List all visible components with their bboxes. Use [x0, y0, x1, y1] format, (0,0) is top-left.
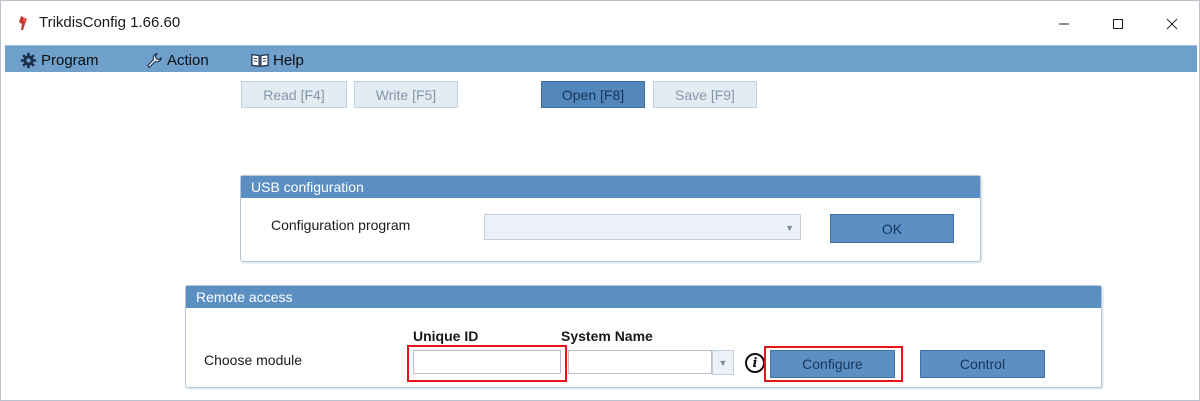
maximize-icon	[1113, 19, 1123, 29]
control-button[interactable]: Control	[920, 350, 1045, 378]
book-icon	[251, 51, 269, 69]
menu-help[interactable]: Help	[251, 50, 304, 70]
window-title: TrikdisConfig 1.66.60	[39, 14, 181, 31]
gear-icon	[19, 51, 37, 69]
configuration-program-select[interactable]: ▼	[484, 214, 801, 240]
app-logo-icon	[19, 16, 27, 30]
menu-action-label: Action	[167, 51, 209, 69]
choose-module-label: Choose module	[204, 352, 303, 368]
system-name-header: System Name	[561, 328, 653, 344]
close-icon	[1166, 18, 1178, 30]
menu-program[interactable]: Program	[19, 50, 99, 70]
save-button[interactable]: Save [F9]	[653, 81, 757, 108]
remote-access-group: Remote access Unique ID System Name Choo…	[185, 285, 1102, 388]
unique-id-header: Unique ID	[413, 328, 479, 344]
usb-configuration-group: USB configuration Configuration program …	[240, 175, 981, 262]
system-name-input[interactable]	[568, 350, 712, 374]
chevron-down-icon: ▼	[785, 223, 794, 233]
write-button[interactable]: Write [F5]	[354, 81, 458, 108]
usb-configuration-header: USB configuration	[241, 176, 980, 198]
menu-help-label: Help	[273, 51, 304, 69]
remote-access-header: Remote access	[186, 286, 1101, 308]
maximize-button[interactable]	[1095, 9, 1141, 39]
usb-ok-button[interactable]: OK	[830, 214, 954, 243]
minimize-button[interactable]	[1041, 9, 1087, 39]
minimize-icon	[1059, 23, 1069, 25]
title-bar: TrikdisConfig 1.66.60	[1, 1, 1199, 45]
menu-bar: Program Action Help	[5, 45, 1197, 72]
read-button[interactable]: Read [F4]	[241, 81, 347, 108]
app-window: TrikdisConfig 1.66.60 Program Action Hel…	[0, 0, 1200, 401]
configuration-program-label: Configuration program	[271, 217, 411, 233]
chevron-down-icon: ▼	[718, 357, 728, 368]
menu-program-label: Program	[41, 51, 99, 69]
info-icon[interactable]: i	[745, 353, 765, 373]
wrench-icon	[145, 51, 163, 69]
system-name-dropdown-button[interactable]: ▼	[712, 350, 734, 375]
close-button[interactable]	[1149, 9, 1195, 39]
menu-action[interactable]: Action	[145, 50, 209, 70]
unique-id-input[interactable]	[413, 350, 561, 374]
configure-button[interactable]: Configure	[770, 350, 895, 378]
open-button[interactable]: Open [F8]	[541, 81, 645, 108]
